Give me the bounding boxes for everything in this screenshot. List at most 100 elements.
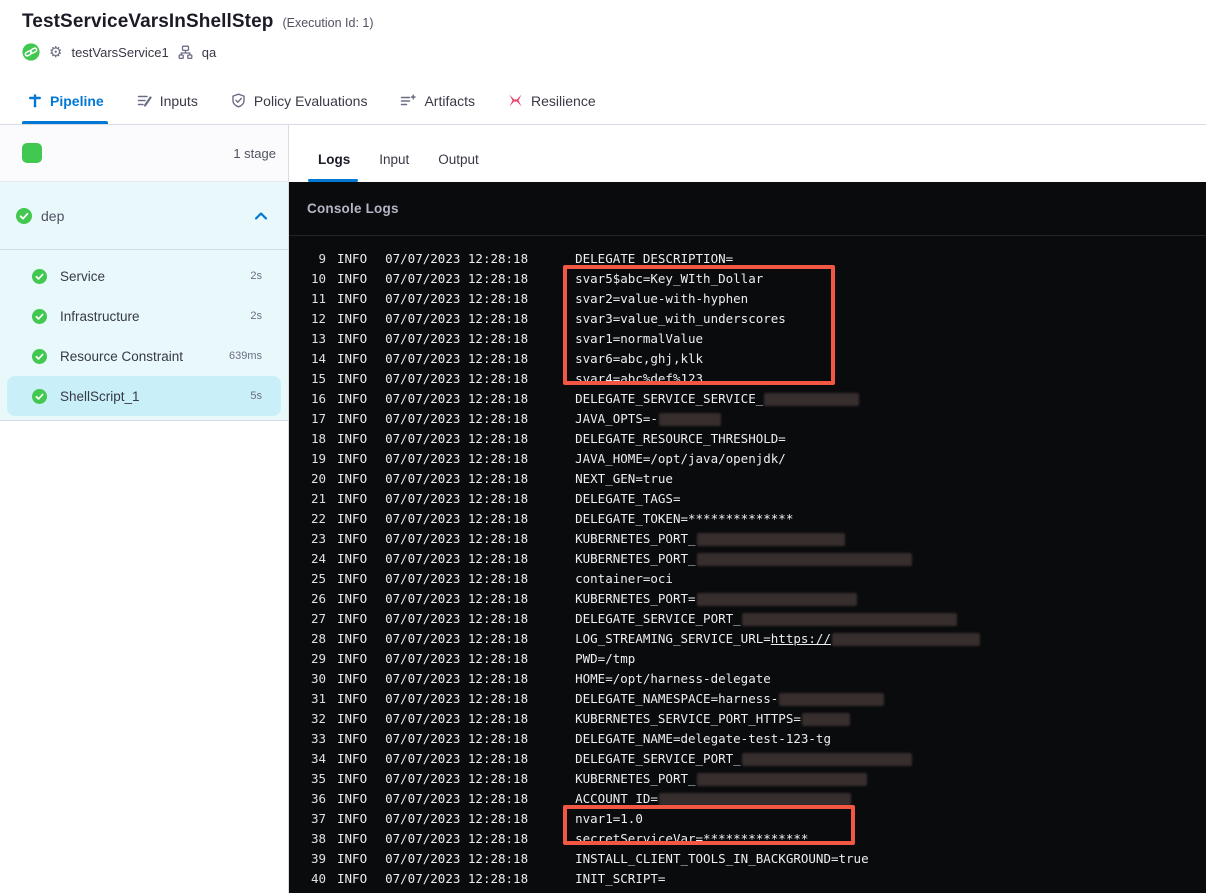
log-line-number: 13 xyxy=(310,331,326,346)
log-line-number: 15 xyxy=(310,371,326,386)
log-line: 21 INFO 07/07/2023 12:28:18 DELEGATE_TAG… xyxy=(289,489,1206,509)
log-level: INFO xyxy=(337,811,368,826)
pipeline-status-icon xyxy=(22,43,40,61)
log-text: container=oci xyxy=(575,571,673,586)
log-link[interactable]: https:// xyxy=(771,629,831,649)
redacted-text xyxy=(696,592,857,606)
log-text: NEXT_GEN=true xyxy=(575,471,673,486)
log-text: INSTALL_CLIENT_TOOLS_IN_BACKGROUND=true xyxy=(575,851,869,866)
environment-name[interactable]: qa xyxy=(202,45,216,60)
log-message: KUBERNETES_PORT= xyxy=(575,589,857,609)
step-success-icon xyxy=(32,268,47,284)
log-level: INFO xyxy=(337,311,368,326)
step-row[interactable]: ShellScript_1 5s xyxy=(7,376,281,416)
chevron-up-icon[interactable] xyxy=(254,211,268,221)
log-line-number: 40 xyxy=(310,871,326,886)
console-log-area[interactable]: 9 INFO 07/07/2023 12:28:18 DELEGATE_DESC… xyxy=(289,236,1206,889)
log-level: INFO xyxy=(337,291,368,306)
log-line: 9 INFO 07/07/2023 12:28:18 DELEGATE_DESC… xyxy=(289,249,1206,269)
log-line-number: 27 xyxy=(310,611,326,626)
log-text: svar1=normalValue xyxy=(575,331,704,346)
execution-id: (Execution Id: 1) xyxy=(282,16,374,30)
log-line: 13 INFO 07/07/2023 12:28:18 svar1=normal… xyxy=(289,329,1206,349)
step-label: Resource Constraint xyxy=(60,348,184,364)
tab-inputs[interactable]: Inputs xyxy=(137,77,198,124)
log-timestamp: 07/07/2023 12:28:18 xyxy=(385,811,529,826)
tab-resilience[interactable]: Resilience xyxy=(508,77,596,124)
log-message: DELEGATE_SERVICE_SERVICE_ xyxy=(575,389,860,409)
log-line-number: 12 xyxy=(310,311,326,326)
log-line: 19 INFO 07/07/2023 12:28:18 JAVA_HOME=/o… xyxy=(289,449,1206,469)
log-message: KUBERNETES_PORT_ xyxy=(575,769,867,789)
log-message: DELEGATE_DESCRIPTION= xyxy=(575,249,733,269)
log-line-number: 33 xyxy=(310,731,326,746)
log-level: INFO xyxy=(337,791,368,806)
step-row[interactable]: Infrastructure 2s xyxy=(0,296,288,336)
log-message: KUBERNETES_SERVICE_PORT_HTTPS= xyxy=(575,709,851,729)
log-text: LOG_STREAMING_SERVICE_URL= xyxy=(575,631,771,646)
log-message: DELEGATE_RESOURCE_THRESHOLD= xyxy=(575,429,786,449)
log-line: 12 INFO 07/07/2023 12:28:18 svar3=value_… xyxy=(289,309,1206,329)
log-message: svar6=abc,ghj,klk xyxy=(575,349,703,369)
stage-minimap-square[interactable] xyxy=(22,143,42,163)
log-message: INSTALL_CLIENT_TOOLS_IN_BACKGROUND=true xyxy=(575,849,869,869)
log-timestamp: 07/07/2023 12:28:18 xyxy=(385,411,529,426)
tab-logs[interactable]: Logs xyxy=(307,152,359,182)
log-line-number: 36 xyxy=(310,791,326,806)
log-level: INFO xyxy=(337,391,368,406)
log-line: 26 INFO 07/07/2023 12:28:18 KUBERNETES_P… xyxy=(289,589,1206,609)
stage-summary-row: 1 stage xyxy=(0,125,288,182)
service-name[interactable]: testVarsService1 xyxy=(71,45,168,60)
list-plus-icon xyxy=(400,93,417,108)
log-timestamp: 07/07/2023 12:28:18 xyxy=(385,371,529,386)
log-timestamp: 07/07/2023 12:28:18 xyxy=(385,471,529,486)
stage-sidebar: 1 stage dep Service 2s Infrastructure 2s… xyxy=(0,125,289,893)
redacted-text xyxy=(696,552,912,566)
log-line-number: 38 xyxy=(310,831,326,846)
log-level: INFO xyxy=(337,531,368,546)
log-text: DELEGATE_TOKEN=************** xyxy=(575,511,794,526)
step-row[interactable]: Service 2s xyxy=(0,256,288,296)
tab-policy-evaluations[interactable]: Policy Evaluations xyxy=(231,77,368,124)
log-level: INFO xyxy=(337,571,368,586)
log-level: INFO xyxy=(337,631,368,646)
log-timestamp: 07/07/2023 12:28:18 xyxy=(385,751,529,766)
log-line: 10 INFO 07/07/2023 12:28:18 svar5$abc=Ke… xyxy=(289,269,1206,289)
log-message: JAVA_OPTS=- xyxy=(575,409,722,429)
stage-row-dep[interactable]: dep xyxy=(0,182,288,250)
redacted-text xyxy=(832,632,980,646)
tab-output[interactable]: Output xyxy=(438,152,479,182)
tab-label: Policy Evaluations xyxy=(253,92,368,109)
log-level: INFO xyxy=(337,611,368,626)
log-line: 16 INFO 07/07/2023 12:28:18 DELEGATE_SER… xyxy=(289,389,1206,409)
log-level: INFO xyxy=(337,751,368,766)
log-text: JAVA_OPTS=- xyxy=(575,411,658,426)
log-line-number: 14 xyxy=(310,351,326,366)
tab-artifacts[interactable]: Artifacts xyxy=(400,77,475,124)
log-text: svar2=value-with-hyphen xyxy=(575,291,749,306)
log-text: DELEGATE_SERVICE_SERVICE_ xyxy=(575,391,764,406)
tab-pipeline[interactable]: Pipeline xyxy=(22,77,108,124)
console-title: Console Logs xyxy=(307,201,399,216)
log-line-number: 9 xyxy=(318,251,326,266)
log-message: DELEGATE_SERVICE_PORT_ xyxy=(575,749,913,769)
stage-success-icon xyxy=(16,207,32,224)
tab-label: Pipeline xyxy=(50,92,104,109)
log-line-number: 25 xyxy=(310,571,326,586)
log-line: 36 INFO 07/07/2023 12:28:18 ACCOUNT_ID= xyxy=(289,789,1206,809)
execution-tab-bar: Pipeline Inputs Policy Evaluations Artif… xyxy=(0,77,1206,125)
log-message: LOG_STREAMING_SERVICE_URL= https:// xyxy=(575,629,981,649)
tab-input[interactable]: Input xyxy=(379,152,409,182)
log-level: INFO xyxy=(337,451,368,466)
log-text: svar5$abc=Key_WIth_Dollar xyxy=(575,271,764,286)
step-success-icon xyxy=(32,388,47,404)
log-line-number: 11 xyxy=(310,291,326,306)
log-line: 31 INFO 07/07/2023 12:28:18 DELEGATE_NAM… xyxy=(289,689,1206,709)
log-level: INFO xyxy=(337,731,368,746)
log-timestamp: 07/07/2023 12:28:18 xyxy=(385,711,529,726)
log-line-number: 19 xyxy=(310,451,326,466)
log-timestamp: 07/07/2023 12:28:18 xyxy=(385,871,529,886)
step-row[interactable]: Resource Constraint 639ms xyxy=(0,336,288,376)
log-message: HOME=/opt/harness-delegate xyxy=(575,669,771,689)
log-text: KUBERNETES_PORT_ xyxy=(575,551,696,566)
